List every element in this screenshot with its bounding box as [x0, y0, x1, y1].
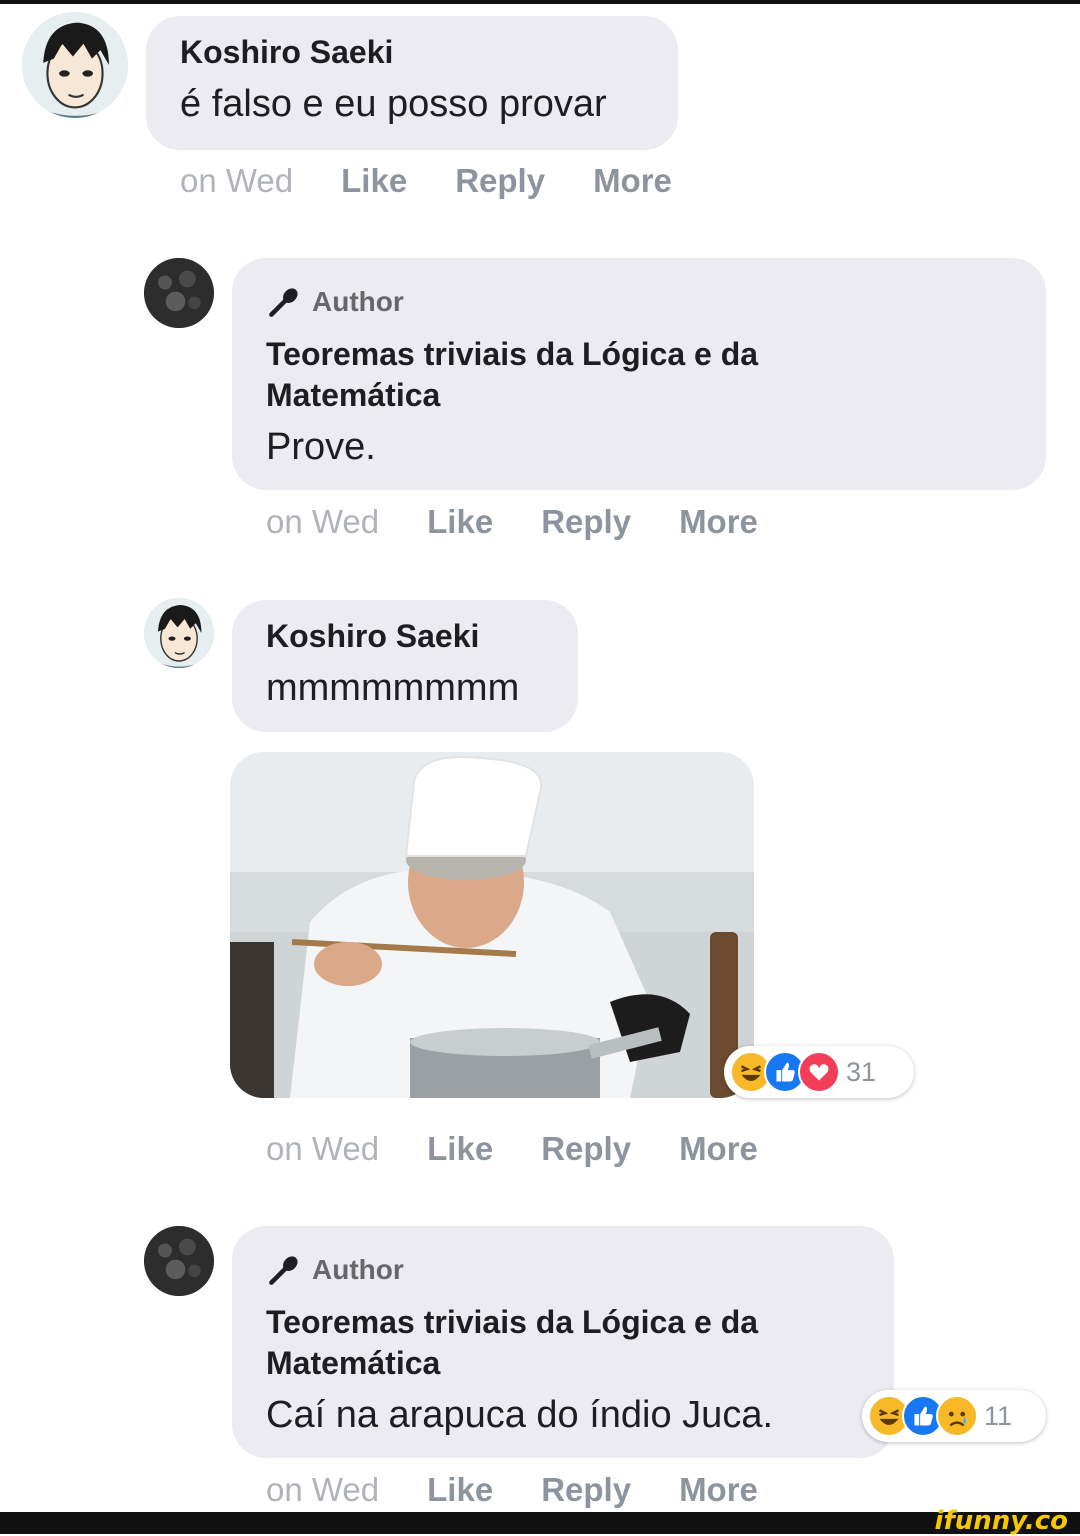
more-button[interactable]: More [679, 1130, 758, 1168]
anime-face-icon [22, 12, 128, 118]
reply-button[interactable]: Reply [455, 162, 545, 200]
more-button[interactable]: More [679, 1471, 758, 1509]
comment-bubble: Author Teoremas triviais da Lógica e da … [232, 1226, 894, 1458]
comment-actions: on Wed Like Reply More [266, 1471, 758, 1509]
page-logo-icon [144, 1226, 214, 1296]
comment-author-line: Teoremas triviais da Lógica e da [266, 336, 759, 372]
comment-text: é falso e eu posso provar [180, 83, 607, 125]
avatar-koshiro[interactable] [22, 12, 128, 118]
like-button[interactable]: Like [427, 503, 493, 541]
comment-photo[interactable] [230, 752, 754, 1098]
microphone-icon [269, 1256, 298, 1285]
top-border [0, 0, 1080, 4]
comment-actions: on Wed Like Reply More [266, 1130, 758, 1168]
comment-time[interactable]: on Wed [180, 162, 293, 200]
sad-icon [936, 1395, 978, 1437]
page-logo-icon [144, 258, 214, 328]
anime-face-icon [144, 598, 214, 668]
chef-tasting-photo [230, 752, 754, 1098]
avatar-page[interactable] [144, 1226, 214, 1296]
comment-bubble: Koshiro Saeki é falso e eu posso provar [146, 16, 678, 150]
love-icon [798, 1051, 840, 1093]
reply-button[interactable]: Reply [541, 503, 631, 541]
author-badge-label: Author [312, 286, 404, 317]
like-button[interactable]: Like [341, 162, 407, 200]
reaction-count: 31 [846, 1056, 877, 1087]
comment-author[interactable]: Koshiro Saeki [266, 618, 578, 655]
comment-time[interactable]: on Wed [266, 1130, 379, 1168]
comment-author-line: Teoremas triviais da Lógica e da [266, 1304, 759, 1340]
comment-bubble: Author Teoremas triviais da Lógica e da … [232, 258, 1046, 490]
like-button[interactable]: Like [427, 1130, 493, 1168]
reply-button[interactable]: Reply [541, 1130, 631, 1168]
avatar-page[interactable] [144, 258, 214, 328]
comment-author[interactable]: Koshiro Saeki [180, 34, 678, 71]
author-badge: Author [266, 1252, 894, 1288]
comment-actions: on Wed Like Reply More [180, 162, 672, 200]
like-button[interactable]: Like [427, 1471, 493, 1509]
comment-text: Caí na arapuca do índio Juca. [266, 1394, 774, 1436]
comment-bubble: Koshiro Saeki mmmmmmmm [232, 600, 578, 732]
avatar-koshiro[interactable] [144, 598, 214, 668]
more-button[interactable]: More [679, 503, 758, 541]
author-badge: Author [266, 284, 1046, 320]
comment-author[interactable]: Teoremas triviais da Lógica e da Matemát… [266, 334, 1046, 416]
reaction-count: 11 [984, 1400, 1013, 1431]
author-badge-label: Author [312, 1254, 404, 1285]
comment-author-line: Matemática [266, 377, 441, 413]
bottom-bar [0, 1512, 1080, 1534]
watermark: ifunny.co [934, 1506, 1068, 1536]
reaction-summary[interactable]: 11 [862, 1390, 1046, 1442]
comment-time[interactable]: on Wed [266, 503, 379, 541]
more-button[interactable]: More [593, 162, 672, 200]
reply-button[interactable]: Reply [541, 1471, 631, 1509]
comment-time[interactable]: on Wed [266, 1471, 379, 1509]
comment-text: mmmmmmmm [266, 667, 520, 709]
comment-author-line: Matemática [266, 1345, 441, 1381]
comment-author[interactable]: Teoremas triviais da Lógica e da Matemát… [266, 1302, 894, 1384]
comment-actions: on Wed Like Reply More [266, 503, 758, 541]
comment-text: Prove. [266, 426, 376, 468]
reaction-summary[interactable]: 31 [724, 1046, 914, 1098]
microphone-icon [269, 288, 298, 317]
